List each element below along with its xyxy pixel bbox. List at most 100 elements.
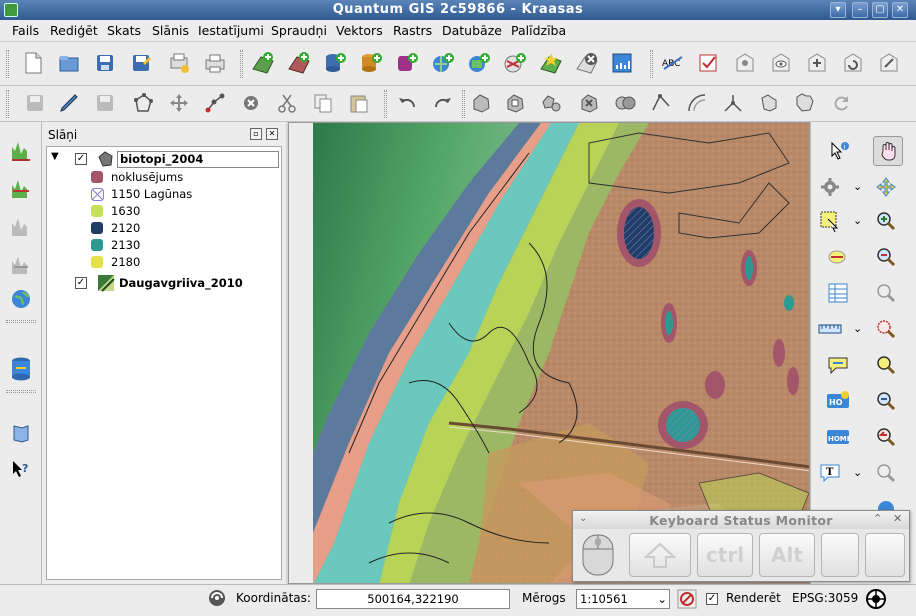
current-edits-icon[interactable]: [22, 90, 48, 116]
pan-map-icon[interactable]: [873, 136, 903, 166]
add-wcs-layer-icon[interactable]: [466, 50, 492, 76]
zoom-last-icon[interactable]: [873, 424, 899, 450]
add-part-icon[interactable]: [538, 90, 564, 116]
scale-combobox[interactable]: 1:10561 ⌄: [576, 589, 670, 609]
merge-attributes-icon[interactable]: [792, 90, 818, 116]
layer-visibility-checkbox[interactable]: ✓: [75, 277, 87, 289]
stretch-histogram-icon[interactable]: [8, 176, 34, 202]
delete-part-icon[interactable]: [612, 90, 638, 116]
menu-raster[interactable]: Rastrs: [393, 23, 432, 38]
simplify-feature-icon[interactable]: [468, 90, 494, 116]
menu-help[interactable]: Palīdzība: [511, 23, 566, 38]
new-shapefile-layer-icon[interactable]: [538, 50, 564, 76]
menu-settings[interactable]: Iestatījumi: [198, 23, 264, 38]
minimize-button[interactable]: –: [852, 2, 868, 18]
ksm-shade-button[interactable]: ⌃: [873, 512, 882, 525]
add-wms-layer-icon[interactable]: [430, 50, 456, 76]
stretch-local-icon[interactable]: [8, 214, 34, 240]
layer-labeling-options-icon[interactable]: [696, 50, 722, 76]
menu-database[interactable]: Datubāze: [442, 23, 502, 38]
epsg-label[interactable]: EPSG:3059: [792, 591, 858, 605]
new-print-composer-icon[interactable]: [166, 50, 192, 76]
select-features-icon[interactable]: [817, 208, 843, 234]
add-spatialite-layer-icon[interactable]: [358, 50, 384, 76]
add-delimited-text-layer-icon[interactable]: [610, 50, 636, 76]
save-project-icon[interactable]: [92, 50, 118, 76]
zoom-native-resolution-icon[interactable]: [873, 388, 899, 414]
menu-layer[interactable]: Slānis: [152, 23, 189, 38]
open-attribute-table-icon[interactable]: [825, 280, 851, 306]
zoom-full-icon[interactable]: [873, 280, 899, 306]
layer-row[interactable]: ✓ Daugavgriiva_2010: [51, 275, 279, 292]
paste-features-icon[interactable]: [346, 90, 372, 116]
copy-features-icon[interactable]: [310, 90, 336, 116]
add-feature-icon[interactable]: [130, 90, 156, 116]
zoom-in-icon[interactable]: [873, 208, 899, 234]
pin-labels-icon[interactable]: [732, 50, 758, 76]
toggle-extents-icon[interactable]: [206, 587, 228, 609]
add-ring-icon[interactable]: [502, 90, 528, 116]
whats-this-icon[interactable]: ?: [8, 456, 34, 482]
rotate-label-icon[interactable]: [840, 50, 866, 76]
toolbar-grip[interactable]: [6, 390, 36, 393]
menu-edit[interactable]: Rediģēt: [50, 23, 98, 38]
toolbar-grip[interactable]: [6, 90, 9, 118]
panel-close-button[interactable]: ✕: [266, 128, 278, 140]
merge-selected-icon[interactable]: [756, 90, 782, 116]
pan-to-selection-icon[interactable]: [873, 174, 899, 200]
show-hide-labels-icon[interactable]: [768, 50, 794, 76]
chevron-down-icon[interactable]: ⌄: [853, 214, 862, 227]
change-label-icon[interactable]: [876, 50, 902, 76]
node-tool-icon[interactable]: [202, 90, 228, 116]
toggle-editing-icon[interactable]: [56, 90, 82, 116]
undo-icon[interactable]: [394, 90, 420, 116]
move-label-icon[interactable]: [804, 50, 830, 76]
chevron-down-icon[interactable]: ⌄: [853, 180, 862, 193]
menu-plugins[interactable]: Spraudņi: [271, 23, 327, 38]
offset-curve-icon[interactable]: [684, 90, 710, 116]
new-bookmark-icon[interactable]: HO: [825, 388, 851, 414]
raster-histogram-icon[interactable]: [8, 138, 34, 164]
move-feature-icon[interactable]: [166, 90, 192, 116]
layer-visibility-checkbox[interactable]: ✓: [75, 153, 87, 165]
rotate-point-symbols-icon[interactable]: [828, 90, 854, 116]
georeferencer-globe-icon[interactable]: [8, 286, 34, 312]
add-wfs-layer-icon[interactable]: [502, 50, 528, 76]
save-layer-edits-icon[interactable]: [92, 90, 118, 116]
add-mssql-layer-icon[interactable]: [394, 50, 420, 76]
close-button[interactable]: ✕: [892, 2, 908, 18]
menu-view[interactable]: Skats: [107, 23, 141, 38]
reshape-features-icon[interactable]: [648, 90, 674, 116]
text-annotation-icon[interactable]: T: [817, 460, 843, 486]
toolbar-grip[interactable]: [462, 90, 465, 118]
maximize-button[interactable]: ▢: [872, 2, 888, 18]
new-project-icon[interactable]: [20, 50, 46, 76]
split-features-icon[interactable]: [720, 90, 746, 116]
panel-float-button[interactable]: ▫: [250, 128, 262, 140]
render-checkbox[interactable]: ✓: [706, 593, 718, 605]
add-postgis-layer-icon[interactable]: [322, 50, 348, 76]
coordinates-field[interactable]: 500164,322190: [316, 589, 510, 609]
run-feature-action-icon[interactable]: [817, 174, 843, 200]
chevron-down-icon[interactable]: ⌄: [853, 466, 862, 479]
toolbar-grip[interactable]: [6, 320, 36, 323]
zoom-to-layer-icon[interactable]: [873, 352, 899, 378]
chevron-down-icon[interactable]: ⌄: [657, 590, 667, 608]
labeling-icon[interactable]: ABC: [660, 50, 686, 76]
ksm-close-button[interactable]: ✕: [893, 512, 902, 525]
zoom-next-icon[interactable]: [873, 460, 899, 486]
layer-row[interactable]: ▼ ✓ biotopi_2004: [51, 151, 279, 168]
add-raster-layer-icon[interactable]: [250, 50, 276, 76]
cut-features-icon[interactable]: [274, 90, 300, 116]
delete-ring-icon[interactable]: [576, 90, 602, 116]
stop-render-icon[interactable]: [676, 588, 698, 610]
toolbar-grip[interactable]: [6, 50, 9, 78]
toolbar-grip[interactable]: [650, 50, 653, 78]
help-contents-icon[interactable]: [8, 420, 34, 446]
zoom-to-selection-icon[interactable]: [873, 316, 899, 342]
toolbar-grip[interactable]: [384, 90, 387, 118]
zoom-out-icon[interactable]: [873, 244, 899, 270]
composer-manager-icon[interactable]: [202, 50, 228, 76]
collapse-arrow-icon[interactable]: ▼: [51, 151, 59, 162]
menu-vector[interactable]: Vektors: [336, 23, 383, 38]
